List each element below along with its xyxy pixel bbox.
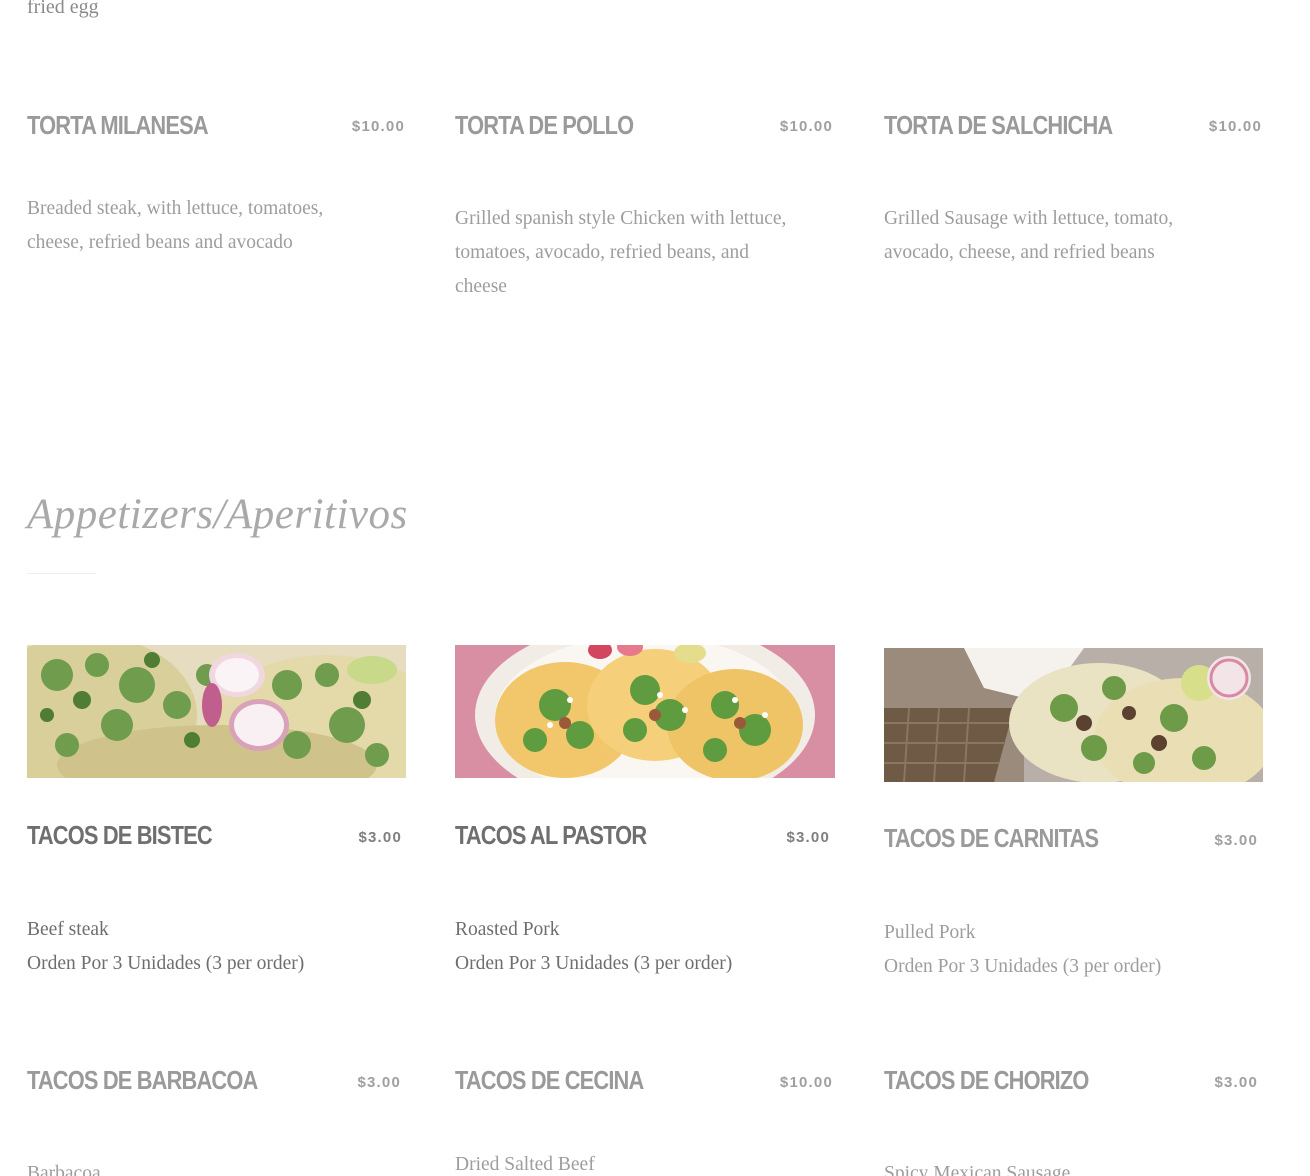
- item-name: TORTA DE POLLO: [455, 110, 634, 140]
- item-description: Pulled Pork Orden Por 3 Unidades (3 per …: [884, 922, 1162, 977]
- menu-item-tacos-de-bistec: TACOS DE BISTEC $3.00 Beef steak Orden P…: [27, 820, 402, 990]
- previous-item-description: fried egg: [27, 0, 99, 18]
- menu-item-tacos-de-barbacoa: TACOS DE BARBACOA $3.00 Barbacoa: [27, 1065, 401, 1176]
- section-divider: [27, 573, 96, 574]
- item-description: Roasted Pork Orden Por 3 Unidades (3 per…: [455, 919, 733, 974]
- item-name: TORTA MILANESA: [27, 110, 209, 140]
- menu-item-torta-milanesa: TORTA MILANESA $10.00 Breaded steak, wit…: [27, 110, 405, 270]
- menu-item-torta-de-salchicha: TORTA DE SALCHICHA $10.00 Grilled Sausag…: [884, 110, 1262, 270]
- item-description: Barbacoa: [27, 1163, 101, 1176]
- item-description: Grilled spanish style Chicken with lettu…: [455, 208, 787, 297]
- item-price: $3.00: [786, 829, 830, 846]
- section-title-appetizers: Appetizers/Aperitivos: [27, 491, 408, 538]
- item-description: Dried Salted Beef: [455, 1154, 595, 1175]
- menu-item-tacos-de-carnitas: TACOS DE CARNITAS $3.00 Pulled Pork Orde…: [884, 823, 1258, 993]
- item-name: TACOS DE CECINA: [455, 1065, 644, 1095]
- item-price: $10.00: [779, 1074, 833, 1091]
- menu-item-torta-de-pollo: TORTA DE POLLO $10.00 Grilled spanish st…: [455, 110, 833, 300]
- item-description: Breaded steak, with lettuce, tomatoes, c…: [27, 198, 324, 253]
- item-description: Beef steak Orden Por 3 Unidades (3 per o…: [27, 919, 305, 974]
- item-name: TORTA DE SALCHICHA: [884, 110, 1113, 140]
- item-price: $10.00: [779, 118, 833, 135]
- item-name: TACOS DE BISTEC: [27, 820, 213, 850]
- item-description: Spicy Mexican Sausage: [884, 1163, 1071, 1176]
- tacos-de-bistec-photo: [27, 645, 406, 778]
- menu-item-tacos-al-pastor: TACOS AL PASTOR $3.00 Roasted Pork Orden…: [455, 820, 830, 990]
- menu-item-tacos-de-cecina: TACOS DE CECINA $10.00 Dried Salted Beef: [455, 1065, 833, 1176]
- item-name: TACOS DE CARNITAS: [884, 823, 1099, 853]
- item-name: TACOS DE CHORIZO: [884, 1065, 1089, 1095]
- menu-item-tacos-de-chorizo: TACOS DE CHORIZO $3.00 Spicy Mexican Sau…: [884, 1065, 1258, 1176]
- item-name: TACOS AL PASTOR: [455, 820, 647, 850]
- item-name: TACOS DE BARBACOA: [27, 1065, 258, 1095]
- item-description: Grilled Sausage with lettuce, tomato, av…: [884, 208, 1174, 263]
- item-price: $3.00: [357, 1074, 401, 1091]
- item-price: $10.00: [1208, 118, 1262, 135]
- item-price: $3.00: [358, 829, 402, 846]
- item-price: $3.00: [1214, 832, 1258, 849]
- tacos-de-carnitas-photo: [884, 648, 1263, 782]
- item-price: $10.00: [351, 118, 405, 135]
- item-price: $3.00: [1214, 1074, 1258, 1091]
- tacos-al-pastor-photo: [455, 645, 835, 778]
